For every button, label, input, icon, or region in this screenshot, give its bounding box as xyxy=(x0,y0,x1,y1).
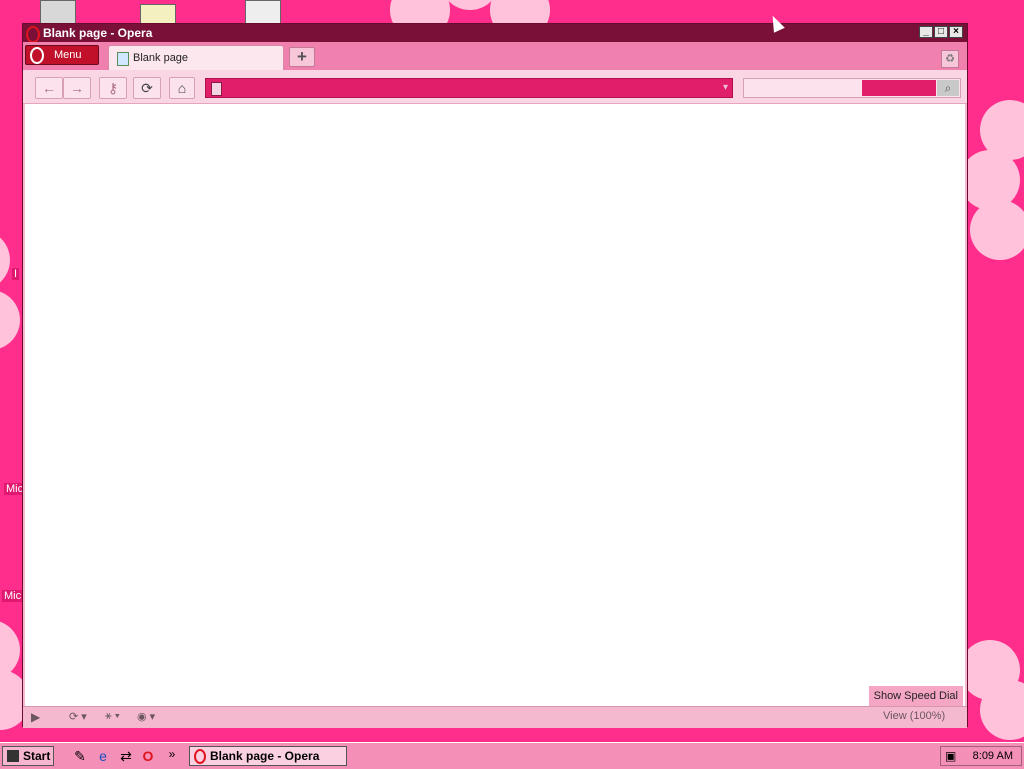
reload-button[interactable]: ⟳ xyxy=(133,77,161,99)
taskbar: Start ✎ e ⇄ O » Blank page - Opera ▣ 8:0… xyxy=(0,742,1024,769)
opera-menu-button[interactable]: Menu xyxy=(25,45,99,65)
taskbar-item-opera[interactable]: Blank page - Opera xyxy=(189,746,347,766)
close-button[interactable]: × xyxy=(949,26,963,38)
clock: 8:09 AM xyxy=(972,750,1013,762)
opera-logo-icon xyxy=(26,26,40,43)
page-icon xyxy=(117,52,129,66)
system-tray: ▣ 8:09 AM xyxy=(940,746,1022,766)
address-bar[interactable]: ▾ xyxy=(205,78,733,98)
taskbar-item-label: Blank page - Opera xyxy=(210,749,320,763)
share-icon[interactable]: ⚹ ▾ xyxy=(105,710,120,723)
quicklaunch-opera-icon[interactable]: O xyxy=(140,748,156,764)
browser-window: Blank page - Opera _ □ × Menu Blank page… xyxy=(22,23,968,728)
page-content[interactable] xyxy=(25,104,965,706)
desktop-icon-label: I xyxy=(12,268,20,280)
search-input[interactable] xyxy=(862,80,936,96)
quicklaunch-network-icon[interactable]: ⇄ xyxy=(118,748,134,764)
panel-toggle-icon[interactable]: ▶ xyxy=(31,710,40,724)
quicklaunch-chevron-icon[interactable]: » xyxy=(164,746,180,762)
page-icon xyxy=(211,82,222,96)
opera-logo-icon xyxy=(30,47,44,64)
tab-blank-page[interactable]: Blank page xyxy=(108,45,284,70)
key-icon[interactable]: ⚷ xyxy=(99,77,127,99)
start-label: Start xyxy=(23,749,51,763)
wallpaper-flower xyxy=(960,100,1024,260)
tray-icon[interactable]: ▣ xyxy=(945,749,956,763)
tab-label: Blank page xyxy=(133,52,189,64)
windows-logo-icon xyxy=(7,750,19,762)
home-button[interactable]: ⌂ xyxy=(169,77,195,99)
new-tab-button[interactable]: + xyxy=(289,47,315,67)
forward-button[interactable]: → xyxy=(63,77,91,99)
menu-label: Menu xyxy=(54,49,82,61)
opera-logo-icon xyxy=(194,749,206,764)
maximize-button[interactable]: □ xyxy=(934,26,948,38)
quicklaunch-desktop-icon[interactable]: ✎ xyxy=(72,748,88,764)
tab-bar: Menu Blank page + ♻ xyxy=(23,42,967,70)
search-icon[interactable]: ⌕ xyxy=(937,80,959,96)
sync-icon[interactable]: ⟳ ▾ xyxy=(69,710,87,723)
zoom-control[interactable]: View (100%) xyxy=(883,710,945,722)
window-titlebar[interactable]: Blank page - Opera _ □ × xyxy=(23,24,967,43)
start-button[interactable]: Start xyxy=(2,746,54,766)
back-button[interactable]: ← xyxy=(35,77,63,99)
desktop-icon-label: Mic xyxy=(2,590,24,602)
search-field[interactable]: ⌕ xyxy=(743,78,961,98)
trash-icon[interactable]: ♻ xyxy=(941,50,959,68)
minimize-button[interactable]: _ xyxy=(919,26,933,38)
window-title: Blank page - Opera xyxy=(43,26,153,40)
chevron-down-icon[interactable]: ▾ xyxy=(723,82,728,93)
navigation-toolbar: ← → ⚷ ⟳ ⌂ ▾ ⌕ xyxy=(23,70,967,104)
show-speed-dial-button[interactable]: Show Speed Dial xyxy=(868,686,963,706)
quicklaunch-ie-icon[interactable]: e xyxy=(95,748,111,764)
status-bar: ▶ ⟳ ▾ ⚹ ▾ ◉ ▾ View (100%) xyxy=(23,706,967,728)
turbo-icon[interactable]: ◉ ▾ xyxy=(137,710,155,723)
